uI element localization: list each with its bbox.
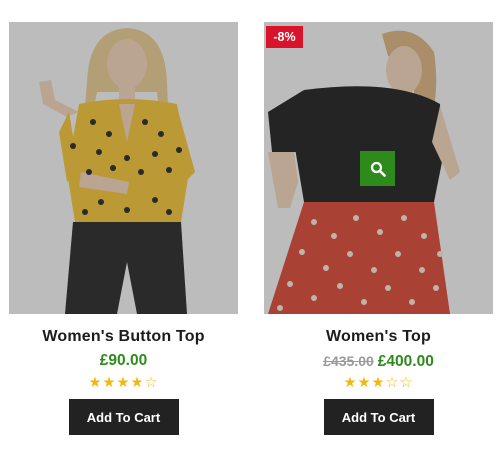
star-full-icon: ★ xyxy=(130,375,145,391)
star-full-icon: ★ xyxy=(357,375,372,391)
product-name[interactable]: Women's Button Top xyxy=(9,327,238,347)
star-full-icon: ★ xyxy=(102,375,117,391)
image-overlay xyxy=(9,22,238,314)
add-to-cart-button[interactable]: Add To Cart xyxy=(323,399,434,435)
product-name[interactable]: Women's Top xyxy=(264,327,493,347)
product-card-womens-button-top: Women's Button Top £90.00 ★★★★☆ Add To C… xyxy=(9,22,238,435)
star-full-icon: ★ xyxy=(88,375,103,391)
star-empty-icon: ☆ xyxy=(385,375,400,391)
star-rating: ★★★☆☆ xyxy=(264,375,493,391)
price-row: £435.00 £400.00 xyxy=(264,351,493,371)
product-old-price: £435.00 xyxy=(323,353,374,369)
star-full-icon: ★ xyxy=(371,375,386,391)
product-price: £400.00 xyxy=(377,353,434,370)
quick-view-button[interactable] xyxy=(360,151,395,186)
search-icon xyxy=(370,161,386,177)
price-row: £90.00 xyxy=(9,351,238,371)
product-card-womens-top: -8% Women's Top £435.00 £400.00 ★★★☆☆ Add… xyxy=(264,22,493,435)
star-rating: ★★★★☆ xyxy=(9,375,238,391)
star-full-icon: ★ xyxy=(343,375,358,391)
product-image-womens-top[interactable]: -8% xyxy=(264,22,493,314)
add-to-cart-button[interactable]: Add To Cart xyxy=(68,399,179,435)
discount-badge: -8% xyxy=(266,26,303,48)
star-full-icon: ★ xyxy=(116,375,131,391)
product-image-womens-button-top[interactable] xyxy=(9,22,238,314)
star-empty-icon: ☆ xyxy=(399,375,414,391)
star-empty-icon: ☆ xyxy=(144,375,159,391)
product-price: £90.00 xyxy=(99,352,148,369)
